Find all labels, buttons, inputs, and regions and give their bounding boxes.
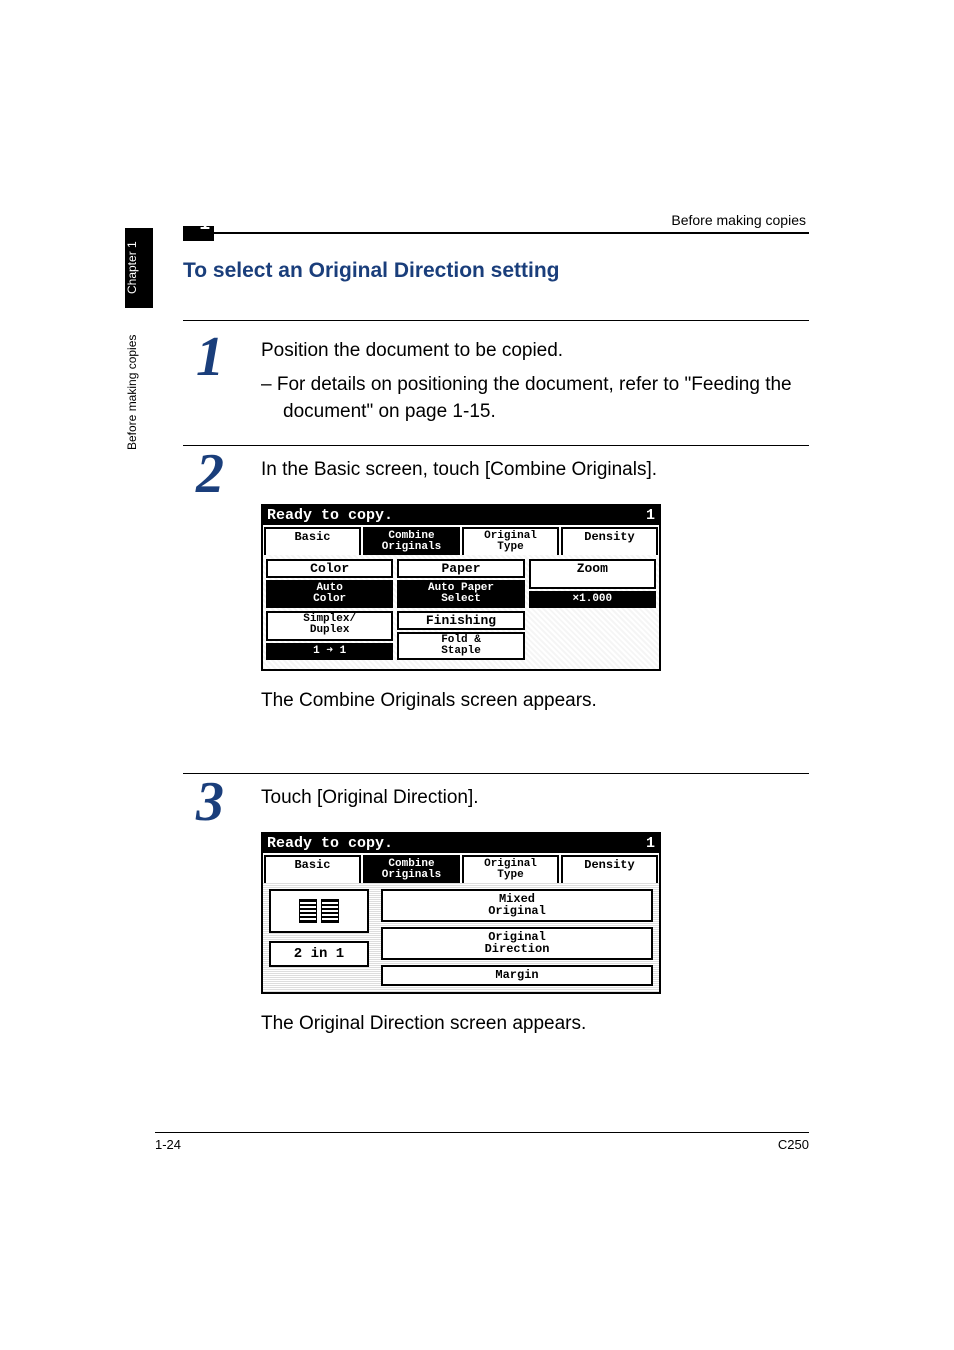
margin-button[interactable]: Margin (381, 965, 653, 986)
auto-color-value: AutoColor (266, 580, 393, 608)
tab-original-type[interactable]: OriginalType (462, 527, 559, 555)
tab-basic[interactable]: Basic (264, 527, 361, 555)
two-in-one-button[interactable]: 2 in 1 (269, 941, 369, 967)
fold-staple-button[interactable]: Fold &Staple (397, 632, 524, 660)
step-2: 2 In the Basic screen, touch [Combine Or… (183, 445, 809, 714)
combine-preview-icon (269, 889, 369, 933)
step-number-1: 1 (196, 329, 224, 385)
footer-model: C250 (778, 1137, 809, 1152)
empty-cell (529, 611, 656, 660)
section-heading: To select an Original Direction setting (183, 259, 560, 283)
zoom-value: ×1.000 (529, 591, 656, 608)
auto-paper-value: Auto PaperSelect (397, 580, 524, 608)
page-footer: 1-24 C250 (155, 1132, 809, 1152)
paper-button[interactable]: Paper (397, 559, 524, 578)
lcd2-count: 1 (646, 835, 655, 852)
side-tab-chapter: Chapter 1 (125, 228, 153, 308)
duplex-value: 1 ➜ 1 (266, 643, 393, 660)
lcd2-status: Ready to copy. (267, 835, 393, 852)
lcd-combine-originals-screen: Ready to copy. 1 Basic CombineOriginals … (261, 832, 661, 994)
step-2-after: The Combine Originals screen appears. (261, 687, 809, 715)
top-rule (214, 232, 809, 234)
side-tab-title: Before making copies (125, 308, 153, 476)
step-1: 1 Position the document to be copied. – … (183, 320, 809, 426)
tab-combine-originals-2[interactable]: CombineOriginals (363, 855, 460, 883)
tab-density[interactable]: Density (561, 527, 658, 555)
footer-page-number: 1-24 (155, 1137, 181, 1152)
step-number-3: 3 (196, 774, 224, 830)
step-3-text: Touch [Original Direction]. (261, 774, 809, 812)
step-1-text: Position the document to be copied. (261, 321, 809, 365)
lcd-count: 1 (646, 507, 655, 524)
color-button[interactable]: Color (266, 559, 393, 578)
finishing-button[interactable]: Finishing (397, 611, 524, 630)
lcd-status: Ready to copy. (267, 507, 393, 524)
step-3-after: The Original Direction screen appears. (261, 1010, 809, 1038)
original-direction-button[interactable]: OriginalDirection (381, 927, 653, 960)
sheet-icon (299, 899, 317, 923)
running-header: Before making copies (671, 212, 806, 228)
zoom-button[interactable]: Zoom (529, 559, 656, 589)
duplex-button[interactable]: Simplex/Duplex (266, 611, 393, 641)
step-1-sub: – For details on positioning the documen… (283, 371, 809, 426)
tab-combine-originals[interactable]: CombineOriginals (363, 527, 460, 555)
step-2-text: In the Basic screen, touch [Combine Orig… (261, 446, 809, 484)
chapter-badge: 1 (183, 226, 214, 241)
tab-density-2[interactable]: Density (561, 855, 658, 883)
lcd-basic-screen: Ready to copy. 1 Basic CombineOriginals … (261, 504, 661, 671)
step-number-2: 2 (196, 446, 224, 502)
mixed-original-button[interactable]: MixedOriginal (381, 889, 653, 922)
step-3: 3 Touch [Original Direction]. Ready to c… (183, 773, 809, 1037)
sheet-icon (321, 899, 339, 923)
tab-basic-2[interactable]: Basic (264, 855, 361, 883)
tab-original-type-2[interactable]: OriginalType (462, 855, 559, 883)
